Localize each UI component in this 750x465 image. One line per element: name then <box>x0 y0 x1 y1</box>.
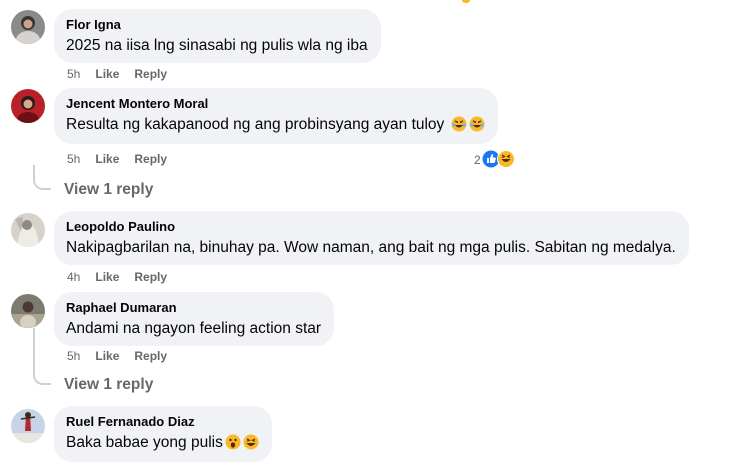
comment-author[interactable]: Ruel Fernanado Diaz <box>66 413 259 430</box>
avatar[interactable] <box>11 10 45 44</box>
comment-actions: 5h Like Reply <box>67 67 182 81</box>
comment-bubble: Jencent Montero Moral Resulta ng kakapan… <box>54 88 498 144</box>
grinning-squinting-face-emoji <box>243 434 259 450</box>
comment-bubble: Raphael Dumaran Andami na ngayon feeling… <box>54 292 335 346</box>
thread-line <box>33 328 35 376</box>
scrolled-reaction-fragment <box>462 0 470 3</box>
reply-button[interactable]: Reply <box>134 67 167 81</box>
rolling-on-floor-laughing-emoji <box>451 116 467 132</box>
comment-time[interactable]: 4h <box>67 270 80 284</box>
comment-time[interactable]: 5h <box>67 67 80 81</box>
reply-button[interactable]: Reply <box>134 270 167 284</box>
avatar[interactable] <box>11 294 45 328</box>
like-button[interactable]: Like <box>95 349 119 363</box>
comment-time[interactable]: 5h <box>67 152 80 166</box>
comment-actions: 5h Like Reply <box>67 349 182 363</box>
rolling-on-floor-laughing-emoji <box>469 116 485 132</box>
comment-author[interactable]: Jencent Montero Moral <box>66 95 485 112</box>
like-button[interactable]: Like <box>95 270 119 284</box>
comment-author[interactable]: Raphael Dumaran <box>66 299 321 316</box>
reaction-count: 2 <box>474 153 481 167</box>
comment-bubble: Ruel Fernanado Diaz Baka babae yong puli… <box>54 406 272 462</box>
comment-text: 2025 na iisa lng sinasabi ng pulis wla n… <box>66 37 368 54</box>
haha-reaction-icon <box>496 150 515 168</box>
reaction-summary[interactable]: 2 <box>474 150 515 171</box>
reply-button[interactable]: Reply <box>134 152 167 166</box>
reply-button[interactable]: Reply <box>134 349 167 363</box>
comment-text: Resulta ng kakapanood ng ang probinsyang… <box>66 116 445 133</box>
comment-text-line: Resulta ng kakapanood ng ang probinsyang… <box>66 115 485 135</box>
view-replies-link[interactable]: View 1 reply <box>64 376 153 394</box>
comment-author[interactable]: Leopoldo Paulino <box>66 218 676 235</box>
like-button[interactable]: Like <box>95 152 119 166</box>
thread-connector <box>33 371 51 385</box>
comment-text-line: Baka babae yong pulis <box>66 433 259 453</box>
avatar[interactable] <box>11 409 45 443</box>
comment-time[interactable]: 5h <box>67 349 80 363</box>
comment-actions: 4h Like Reply <box>67 270 182 284</box>
astonished-face-emoji <box>225 434 241 450</box>
avatar[interactable] <box>11 89 45 123</box>
comment-text: Nakipagbarilan na, binuhay pa. Wow naman… <box>66 239 676 256</box>
comment-author[interactable]: Flor Igna <box>66 16 368 33</box>
thread-connector <box>33 176 51 190</box>
comment-text: Baka babae yong pulis <box>66 434 223 451</box>
like-button[interactable]: Like <box>95 67 119 81</box>
view-replies-link[interactable]: View 1 reply <box>64 181 153 199</box>
comment-actions: 5h Like Reply <box>67 152 182 166</box>
comment-bubble: Leopoldo Paulino Nakipagbarilan na, binu… <box>54 211 689 265</box>
comment-bubble: Flor Igna 2025 na iisa lng sinasabi ng p… <box>54 9 381 63</box>
avatar[interactable] <box>11 213 45 247</box>
comment-text: Andami na ngayon feeling action star <box>66 320 322 337</box>
